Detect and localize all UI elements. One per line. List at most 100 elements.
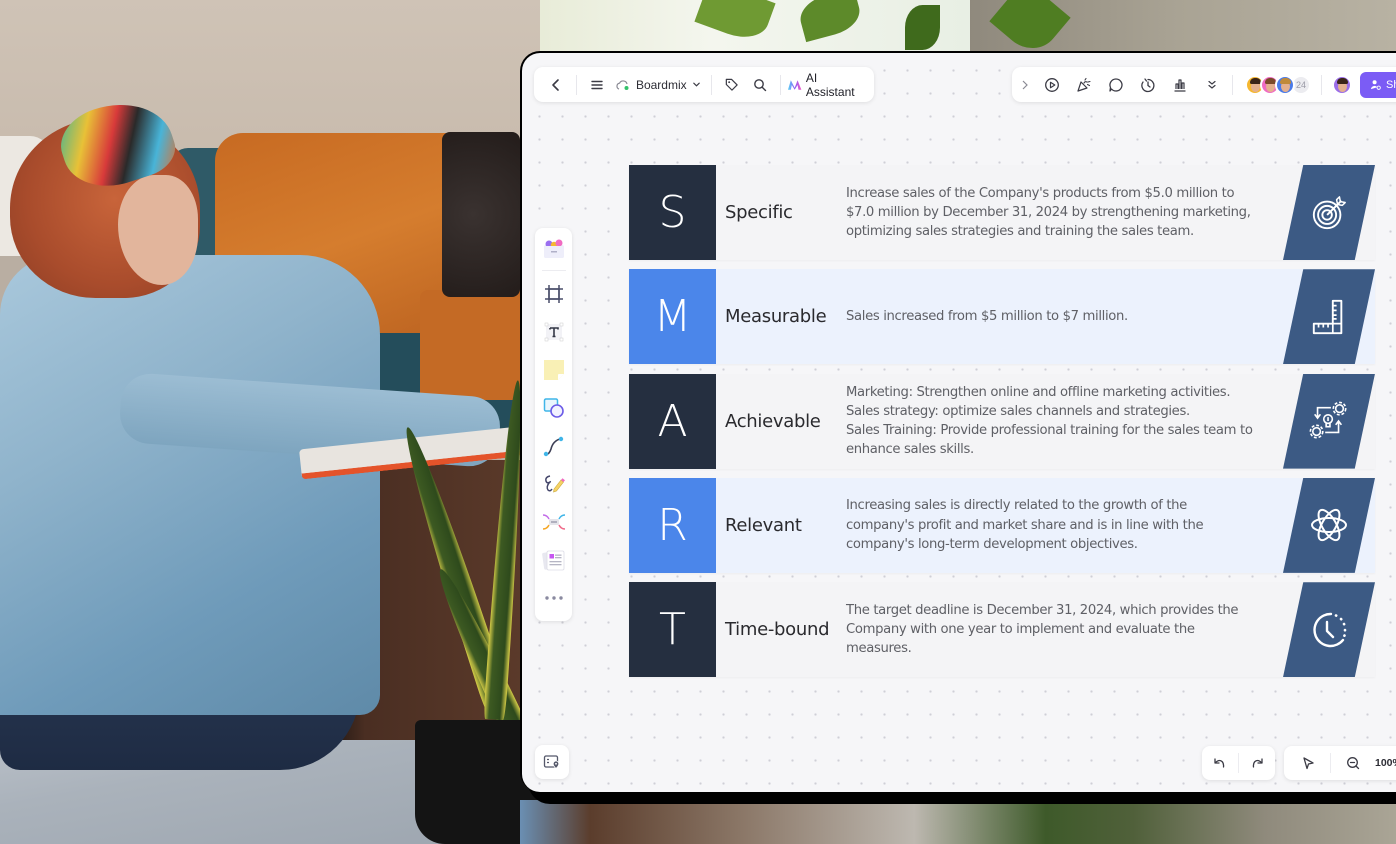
top-left-toolbar: Boardmix AI Assistant	[534, 67, 874, 102]
smart-row-time-bound[interactable]: T Time-bound The target deadline is Decemb…	[629, 582, 1375, 678]
frame-icon	[544, 284, 563, 303]
mindmap-tool[interactable]	[539, 507, 569, 537]
current-user-avatar[interactable]	[1332, 74, 1352, 95]
more-tools[interactable]	[539, 583, 569, 613]
divider	[779, 74, 781, 95]
chevron-right-icon	[1022, 80, 1028, 89]
icon-panel	[1283, 582, 1375, 678]
minimap-button[interactable]	[535, 745, 569, 779]
denim-jacket	[0, 255, 380, 715]
smart-term: Achievable	[725, 410, 821, 432]
redo-button[interactable]	[1244, 749, 1272, 777]
divider	[1321, 74, 1322, 95]
menu-button[interactable]	[583, 71, 611, 99]
select-tool-button[interactable]	[1294, 749, 1322, 777]
timer-button[interactable]	[1134, 71, 1162, 99]
smart-row-specific[interactable]: S Specific Increase sales of the Company's…	[629, 165, 1375, 260]
undo-button[interactable]	[1205, 749, 1233, 777]
templates-icon	[543, 239, 564, 258]
divider	[576, 74, 577, 95]
redo-icon	[1253, 758, 1263, 768]
board-name-dropdown[interactable]: Boardmix	[611, 78, 705, 92]
top-right-toolbar: 24 Share	[1012, 67, 1396, 102]
pen-tool[interactable]	[539, 469, 569, 499]
mindmap-icon	[542, 513, 565, 530]
ruler-icon	[1310, 298, 1348, 336]
photo-bottom	[520, 800, 1396, 844]
tag-button[interactable]	[718, 71, 746, 99]
smart-row-measurable[interactable]: M Measurable Sales increased from $5 milli…	[629, 269, 1375, 365]
icon-panel	[1283, 373, 1375, 469]
search-button[interactable]	[746, 71, 774, 99]
smart-description: Increase sales of the Company's products…	[846, 185, 1251, 240]
frame-tool[interactable]	[539, 279, 569, 309]
zoom-controls: 100%	[1284, 746, 1396, 780]
more-tools-button[interactable]	[1198, 71, 1226, 99]
sticky-note-icon	[543, 359, 564, 380]
zoom-out-icon	[1347, 757, 1360, 770]
collapse-toolbar-button[interactable]	[1016, 71, 1034, 99]
ai-assistant-button[interactable]: AI Assistant	[787, 71, 866, 99]
divider	[1237, 753, 1239, 773]
smart-term: Specific	[725, 202, 793, 223]
add-user-icon	[1370, 80, 1381, 90]
chevron-down-icon	[692, 82, 700, 87]
icon-panel	[1283, 269, 1375, 365]
shapes-icon	[543, 397, 564, 418]
icon-panel	[1283, 165, 1375, 260]
smart-term: Measurable	[725, 306, 827, 328]
smart-row-relevant[interactable]: R Relevant Increasing sales is directly re…	[629, 477, 1375, 573]
smart-description: Marketing: Strengthen online and offline…	[846, 383, 1256, 460]
smart-letter: T	[629, 582, 716, 678]
share-button[interactable]: Share	[1360, 71, 1396, 98]
description-line: Sales strategy: optimize sales channels …	[846, 403, 1190, 419]
chevron-left-icon	[552, 78, 559, 91]
smart-letter: M	[629, 269, 716, 365]
icon-panel	[1283, 477, 1375, 573]
pen-icon	[544, 474, 565, 493]
connector-tool[interactable]	[539, 431, 569, 461]
more-horizontal-icon	[544, 596, 563, 600]
smart-description: Increasing sales is directly related to …	[846, 498, 1204, 553]
zoom-level[interactable]: 100%	[1375, 757, 1396, 769]
atom-icon	[1309, 505, 1349, 545]
divider	[1232, 74, 1233, 95]
play-icon	[1045, 77, 1059, 92]
connector-icon	[543, 436, 563, 456]
whiteboard-canvas[interactable]: Boardmix AI Assistant 24 S S Specific In…	[522, 53, 1396, 792]
comment-icon	[1109, 77, 1123, 92]
text-icon	[544, 322, 563, 341]
smart-description: The target deadline is December 31, 2024…	[846, 602, 1239, 657]
ai-logo-icon	[787, 79, 801, 90]
zoom-out-button[interactable]	[1339, 749, 1367, 777]
search-icon	[753, 78, 766, 91]
smart-goals-table[interactable]: S Specific Increase sales of the Company's…	[629, 165, 1375, 686]
smart-row-achievable[interactable]: A Achievable Marketing: Strengthen online …	[629, 373, 1375, 469]
blanket-drape	[420, 290, 520, 400]
back-button[interactable]	[542, 71, 570, 99]
history-controls	[1202, 746, 1275, 780]
vote-button[interactable]	[1166, 71, 1194, 99]
smart-term: Relevant	[725, 514, 802, 536]
avatar[interactable]	[1275, 74, 1295, 95]
document-tool[interactable]	[539, 545, 569, 575]
present-button[interactable]	[1038, 71, 1066, 99]
app-window: Boardmix AI Assistant 24 S S Specific In…	[520, 51, 1396, 792]
collaborators[interactable]: 24	[1245, 74, 1311, 95]
smart-letter: R	[629, 477, 716, 573]
sequin-pillow	[442, 132, 520, 297]
share-label: Share	[1386, 78, 1396, 91]
sticky-note-tool[interactable]	[539, 355, 569, 385]
process-gears-icon	[1308, 400, 1350, 442]
double-chevron-down-icon	[1208, 80, 1216, 89]
clock-icon	[1309, 610, 1349, 650]
text-tool[interactable]	[539, 317, 569, 347]
templates-tool[interactable]	[539, 234, 569, 264]
comment-button[interactable]	[1102, 71, 1130, 99]
divider	[1330, 753, 1331, 773]
pointer-icon	[1303, 757, 1314, 770]
celebrate-button[interactable]	[1070, 71, 1098, 99]
divider	[541, 270, 566, 271]
shapes-tool[interactable]	[539, 393, 569, 423]
hamburger-menu-icon	[591, 80, 603, 89]
